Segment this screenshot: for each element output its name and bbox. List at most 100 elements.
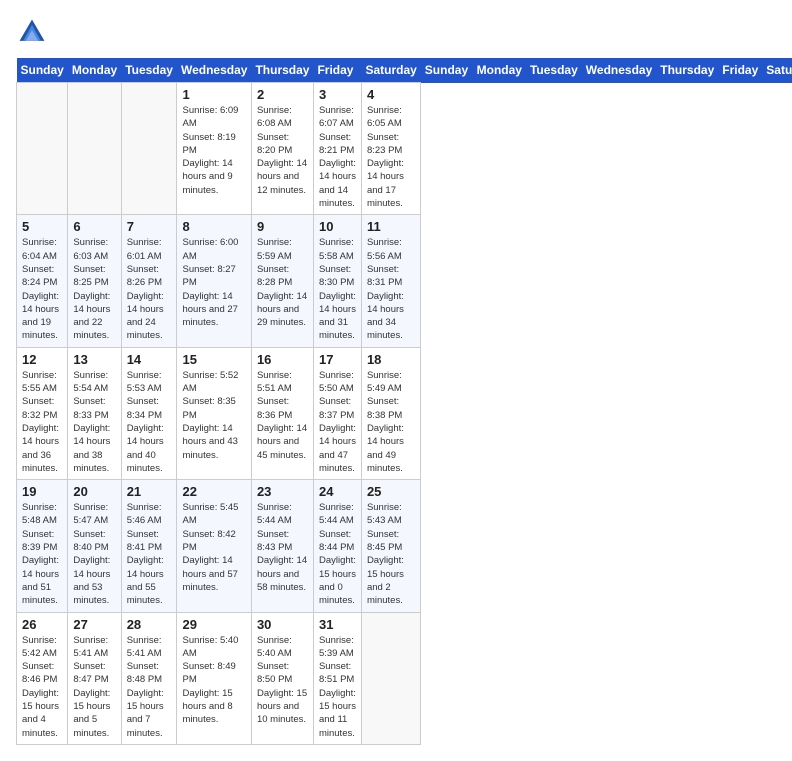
calendar-cell: 29Sunrise: 5:40 AMSunset: 8:49 PMDayligh… — [177, 612, 251, 744]
day-number: 20 — [73, 484, 115, 499]
day-number: 8 — [182, 219, 245, 234]
day-header-saturday: Saturday — [762, 58, 792, 83]
day-number: 23 — [257, 484, 308, 499]
cell-info: Sunrise: 5:58 AMSunset: 8:30 PMDaylight:… — [319, 236, 356, 342]
cell-info: Sunrise: 6:01 AMSunset: 8:26 PMDaylight:… — [127, 236, 172, 342]
calendar-cell: 13 Sunrise: 5:54 AMSunset: 8:33 PMDayligh… — [68, 347, 121, 479]
day-number: 6 — [73, 219, 115, 234]
calendar-cell: 19Sunrise: 5:48 AMSunset: 8:39 PMDayligh… — [17, 480, 68, 612]
calendar-cell: 18 Sunrise: 5:49 AMSunset: 8:38 PMDayligh… — [361, 347, 420, 479]
cell-info: Sunrise: 6:08 AMSunset: 8:20 PMDaylight:… — [257, 104, 308, 197]
page-header — [16, 16, 776, 48]
day-header-tuesday: Tuesday — [121, 58, 177, 83]
header-row: SundayMondayTuesdayWednesdayThursdayFrid… — [17, 58, 792, 83]
calendar-cell: 2 Sunrise: 6:08 AMSunset: 8:20 PMDaylight… — [251, 83, 313, 215]
day-number: 25 — [367, 484, 415, 499]
calendar-cell: 14 Sunrise: 5:53 AMSunset: 8:34 PMDayligh… — [121, 347, 177, 479]
calendar-cell: 20 Sunrise: 5:47 AMSunset: 8:40 PMDayligh… — [68, 480, 121, 612]
calendar-cell — [121, 83, 177, 215]
cell-info: Sunrise: 6:07 AMSunset: 8:21 PMDaylight:… — [319, 104, 356, 210]
logo-icon — [16, 16, 48, 48]
cell-info: Sunrise: 5:59 AMSunset: 8:28 PMDaylight:… — [257, 236, 308, 329]
day-number: 9 — [257, 219, 308, 234]
day-number: 7 — [127, 219, 172, 234]
cell-info: Sunrise: 5:40 AMSunset: 8:50 PMDaylight:… — [257, 634, 308, 727]
day-number: 26 — [22, 617, 62, 632]
cell-info: Sunrise: 5:43 AMSunset: 8:45 PMDaylight:… — [367, 501, 415, 607]
cell-info: Sunrise: 6:03 AMSunset: 8:25 PMDaylight:… — [73, 236, 115, 342]
day-number: 13 — [73, 352, 115, 367]
logo — [16, 16, 52, 48]
day-header-wednesday: Wednesday — [582, 58, 656, 83]
day-header-monday: Monday — [473, 58, 526, 83]
calendar-cell: 9 Sunrise: 5:59 AMSunset: 8:28 PMDaylight… — [251, 215, 313, 347]
calendar-cell: 22 Sunrise: 5:45 AMSunset: 8:42 PMDayligh… — [177, 480, 251, 612]
day-header-sunday: Sunday — [17, 58, 68, 83]
day-number: 10 — [319, 219, 356, 234]
cell-info: Sunrise: 5:45 AMSunset: 8:42 PMDaylight:… — [182, 501, 245, 594]
day-header-saturday: Saturday — [361, 58, 420, 83]
day-number: 14 — [127, 352, 172, 367]
calendar-cell: 23 Sunrise: 5:44 AMSunset: 8:43 PMDayligh… — [251, 480, 313, 612]
day-header-sunday: Sunday — [421, 58, 473, 83]
cell-info: Sunrise: 5:44 AMSunset: 8:43 PMDaylight:… — [257, 501, 308, 594]
cell-info: Sunrise: 5:39 AMSunset: 8:51 PMDaylight:… — [319, 634, 356, 740]
calendar-cell — [17, 83, 68, 215]
calendar-cell: 10 Sunrise: 5:58 AMSunset: 8:30 PMDayligh… — [313, 215, 361, 347]
day-number: 30 — [257, 617, 308, 632]
cell-info: Sunrise: 5:55 AMSunset: 8:32 PMDaylight:… — [22, 369, 62, 475]
day-number: 11 — [367, 219, 415, 234]
cell-info: Sunrise: 5:54 AMSunset: 8:33 PMDaylight:… — [73, 369, 115, 475]
calendar-cell — [361, 612, 420, 744]
day-number: 18 — [367, 352, 415, 367]
calendar-cell: 27Sunrise: 5:41 AMSunset: 8:47 PMDayligh… — [68, 612, 121, 744]
calendar-cell: 5 Sunrise: 6:04 AMSunset: 8:24 PMDaylight… — [17, 215, 68, 347]
cell-info: Sunrise: 5:49 AMSunset: 8:38 PMDaylight:… — [367, 369, 415, 475]
day-number: 29 — [182, 617, 245, 632]
day-header-friday: Friday — [718, 58, 762, 83]
cell-info: Sunrise: 5:50 AMSunset: 8:37 PMDaylight:… — [319, 369, 356, 475]
calendar-cell: 1 Sunrise: 6:09 AMSunset: 8:19 PMDaylight… — [177, 83, 251, 215]
cell-info: Sunrise: 5:52 AMSunset: 8:35 PMDaylight:… — [182, 369, 245, 462]
cell-info: Sunrise: 5:41 AMSunset: 8:47 PMDaylight:… — [73, 634, 115, 740]
cell-info: Sunrise: 5:48 AMSunset: 8:39 PMDaylight:… — [22, 501, 62, 607]
calendar-cell: 30 Sunrise: 5:40 AMSunset: 8:50 PMDayligh… — [251, 612, 313, 744]
day-number: 5 — [22, 219, 62, 234]
cell-info: Sunrise: 6:00 AMSunset: 8:27 PMDaylight:… — [182, 236, 245, 329]
calendar-table: SundayMondayTuesdayWednesdayThursdayFrid… — [16, 58, 792, 745]
calendar-cell: 21 Sunrise: 5:46 AMSunset: 8:41 PMDayligh… — [121, 480, 177, 612]
calendar-cell: 12Sunrise: 5:55 AMSunset: 8:32 PMDayligh… — [17, 347, 68, 479]
calendar-cell: 4Sunrise: 6:05 AMSunset: 8:23 PMDaylight… — [361, 83, 420, 215]
calendar-cell — [68, 83, 121, 215]
cell-info: Sunrise: 5:41 AMSunset: 8:48 PMDaylight:… — [127, 634, 172, 740]
calendar-cell: 17Sunrise: 5:50 AMSunset: 8:37 PMDayligh… — [313, 347, 361, 479]
day-number: 2 — [257, 87, 308, 102]
calendar-cell: 8 Sunrise: 6:00 AMSunset: 8:27 PMDaylight… — [177, 215, 251, 347]
day-number: 3 — [319, 87, 356, 102]
cell-info: Sunrise: 6:04 AMSunset: 8:24 PMDaylight:… — [22, 236, 62, 342]
cell-info: Sunrise: 5:46 AMSunset: 8:41 PMDaylight:… — [127, 501, 172, 607]
day-number: 22 — [182, 484, 245, 499]
calendar-cell: 7 Sunrise: 6:01 AMSunset: 8:26 PMDaylight… — [121, 215, 177, 347]
calendar-cell: 25 Sunrise: 5:43 AMSunset: 8:45 PMDayligh… — [361, 480, 420, 612]
day-number: 16 — [257, 352, 308, 367]
calendar-cell: 6 Sunrise: 6:03 AMSunset: 8:25 PMDaylight… — [68, 215, 121, 347]
week-row-5: 26Sunrise: 5:42 AMSunset: 8:46 PMDayligh… — [17, 612, 792, 744]
day-header-wednesday: Wednesday — [177, 58, 251, 83]
week-row-1: 1 Sunrise: 6:09 AMSunset: 8:19 PMDaylight… — [17, 83, 792, 215]
cell-info: Sunrise: 5:47 AMSunset: 8:40 PMDaylight:… — [73, 501, 115, 607]
week-row-3: 12Sunrise: 5:55 AMSunset: 8:32 PMDayligh… — [17, 347, 792, 479]
cell-info: Sunrise: 5:53 AMSunset: 8:34 PMDaylight:… — [127, 369, 172, 475]
day-header-monday: Monday — [68, 58, 121, 83]
cell-info: Sunrise: 5:44 AMSunset: 8:44 PMDaylight:… — [319, 501, 356, 607]
day-number: 1 — [182, 87, 245, 102]
calendar-cell: 3 Sunrise: 6:07 AMSunset: 8:21 PMDaylight… — [313, 83, 361, 215]
day-number: 31 — [319, 617, 356, 632]
day-number: 15 — [182, 352, 245, 367]
day-number: 21 — [127, 484, 172, 499]
calendar-cell: 16Sunrise: 5:51 AMSunset: 8:36 PMDayligh… — [251, 347, 313, 479]
cell-info: Sunrise: 6:09 AMSunset: 8:19 PMDaylight:… — [182, 104, 245, 197]
calendar-cell: 11Sunrise: 5:56 AMSunset: 8:31 PMDayligh… — [361, 215, 420, 347]
week-row-2: 5 Sunrise: 6:04 AMSunset: 8:24 PMDaylight… — [17, 215, 792, 347]
day-header-thursday: Thursday — [251, 58, 313, 83]
